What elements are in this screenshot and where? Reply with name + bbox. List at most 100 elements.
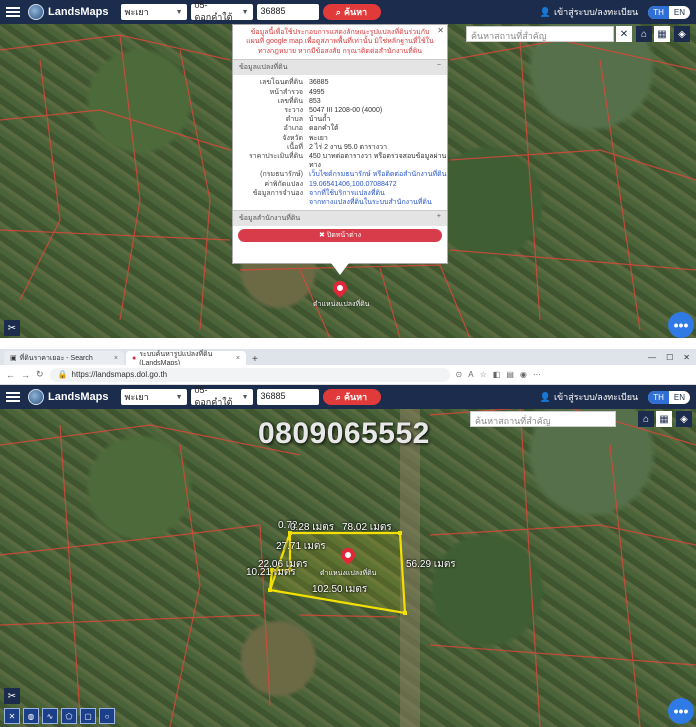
measurement-label: 27.71 เมตร [276, 541, 326, 552]
district-value: 05-ดอกคำใต้ [194, 0, 233, 22]
maximize-icon[interactable]: ☐ [666, 353, 673, 362]
detail-row: หน้าสำรวจ 4995 [233, 88, 447, 97]
province-select[interactable]: พะเยา ▼ [120, 389, 187, 405]
collapse-icon: − [436, 62, 441, 70]
grid-icon[interactable]: ▦ [656, 411, 672, 427]
url-field[interactable]: 🔒 https://landsmaps.dol.go.th [49, 367, 450, 382]
tools-icon[interactable]: ✂ [4, 320, 20, 336]
detail-value[interactable]: 19.06541406,100.07088472 [309, 180, 447, 189]
login-link[interactable]: 👤 เข้าสู่ระบบ/ลงทะเบียน [540, 390, 638, 404]
minimize-icon[interactable]: — [648, 353, 656, 362]
collections-icon[interactable]: ▤ [506, 370, 514, 379]
browser-tab-landsmaps[interactable]: ● ระบบค้นหารูปแปลงที่ดิน (LandsMaps) × [126, 351, 246, 367]
tab-icon: ▣ [10, 355, 17, 362]
detail-key [233, 198, 309, 207]
clear-icon[interactable]: ✕ [616, 26, 632, 42]
more-icon[interactable]: ⋯ [533, 370, 541, 379]
chevron-down-icon: ▼ [175, 393, 183, 401]
translate-icon[interactable]: A [468, 370, 473, 379]
more-options-button[interactable]: ••• [668, 698, 694, 724]
detail-row: เนื้อที่ 2 ไร่ 2 งาน 95.0 ตารางวา [233, 143, 447, 152]
detail-value[interactable]: เว็บไซต์กรมธนารักษ์ หรือติดต่อสำนักงานที… [309, 170, 447, 179]
home-icon[interactable]: ⌂ [636, 26, 652, 42]
profile-icon[interactable]: ◉ [520, 370, 527, 379]
section-parcel-header[interactable]: ข้อมูลแปลงที่ดิน − [233, 59, 447, 76]
circle-tool-icon[interactable]: ○ [99, 708, 115, 724]
more-options-button[interactable]: ••• [668, 312, 694, 338]
detail-value: 2 ไร่ 2 งาน 95.0 ตารางวา [309, 143, 387, 151]
close-window-button[interactable]: ✖ ปิดหน้าต่าง [238, 229, 442, 243]
window-controls: — ☐ ✕ [648, 353, 696, 362]
search-button-label: ค้นหา [343, 392, 368, 402]
layers-icon[interactable]: ◈ [674, 26, 690, 42]
popup-close-icon[interactable]: ✕ [437, 26, 444, 35]
section-office-header[interactable]: ข้อมูลสำนักงานที่ดิน + [233, 210, 447, 227]
pin-label: ตำแหน่งแปลงที่ดิน [320, 570, 377, 577]
district-value: 05-ดอกคำใต้ [194, 385, 233, 407]
province-value: พะเยา [124, 7, 149, 17]
detail-row: จากทางแปลงที่ดินในระบบสำนักงานที่ดิน [233, 198, 447, 207]
close-window-icon[interactable]: ✕ [683, 353, 690, 362]
detail-row: (กรมธนารักษ์) เว็บไซต์กรมธนารักษ์ หรือติด… [233, 170, 447, 179]
lock-icon: 🔒 [57, 370, 68, 379]
detail-row: ค่าพิกัดแปลง 19.06541406,100.07088472 [233, 180, 447, 189]
search-button[interactable]: ⌕ ค้นหา [322, 4, 381, 20]
home-icon[interactable]: ⌂ [638, 411, 654, 427]
detail-key: (กรมธนารักษ์) [260, 171, 303, 179]
parcel-number-input[interactable]: 36885 [256, 4, 319, 20]
parcel-info-popup: ✕ ข้อมูลนี้เพื่อใช้ประกอบการแสดงลักษณะรู… [232, 24, 448, 264]
district-select[interactable]: 05-ดอกคำใต้ ▼ [190, 0, 253, 22]
detail-row: ระวาง 5047 III 1208-00 (4000) [233, 106, 447, 115]
brand-name: LandsMaps [48, 391, 109, 403]
new-tab-button[interactable]: + [248, 354, 262, 365]
detail-value[interactable]: จากที่ใช้บริการแปลงที่ดิน [309, 189, 447, 198]
measurement-label: 78.02 เมตร [342, 522, 392, 533]
refresh-icon[interactable]: ↻ [36, 369, 44, 380]
lang-th[interactable]: TH [648, 5, 669, 19]
location-icon[interactable]: ⊙ [456, 370, 463, 379]
brand-name: LandsMaps [48, 6, 109, 18]
menu-icon[interactable] [6, 7, 20, 17]
place-search-input[interactable]: ค้นหาสถานที่สำคัญ [470, 411, 616, 427]
menu-icon[interactable] [6, 392, 20, 402]
back-icon[interactable]: ← [6, 370, 15, 380]
place-search-input[interactable]: ค้นหาสถานที่สำคัญ [466, 26, 614, 42]
path-tool-icon[interactable]: ∿ [42, 708, 58, 724]
login-label: เข้าสู่ระบบ/ลงทะเบียน [553, 392, 639, 402]
language-toggle[interactable]: TH EN [648, 5, 690, 19]
rectangle-tool-icon[interactable]: ▢ [80, 708, 96, 724]
detail-row: เลขที่ดิน 853 [233, 97, 447, 106]
search-button[interactable]: ⌕ ค้นหา [322, 389, 381, 405]
login-link[interactable]: 👤 เข้าสู่ระบบ/ลงทะเบียน [540, 5, 638, 19]
measurement-label: 0.28 เมตร [290, 522, 335, 533]
browser-tab-search[interactable]: ▣ ที่ดินราคาเยอะ - Search × [4, 351, 124, 365]
tab-close-icon[interactable]: × [236, 355, 240, 362]
detail-value[interactable]: จากทางแปลงที่ดินในระบบสำนักงานที่ดิน [309, 198, 447, 207]
address-bar: ← → ↻ 🔒 https://landsmaps.dol.go.th ⊙ A ☆… [0, 365, 696, 385]
polygon-tool-icon[interactable]: ⬠ [61, 708, 77, 724]
grid-icon[interactable]: ▦ [654, 26, 670, 42]
layers-icon[interactable]: ◈ [676, 411, 692, 427]
pin-tool-icon[interactable]: ◍ [23, 708, 39, 724]
landsmaps-logo [28, 389, 44, 405]
detail-value: 5047 III 1208-00 (4000) [309, 106, 383, 114]
tab-close-icon[interactable]: × [114, 355, 118, 362]
district-select[interactable]: 05-ดอกคำใต้ ▼ [190, 385, 253, 407]
tools-icon[interactable]: ✂ [4, 688, 20, 704]
measurement-label: 102.50 เมตร [312, 584, 368, 595]
language-toggle[interactable]: TH EN [648, 390, 690, 404]
star-icon[interactable]: ☆ [480, 370, 487, 379]
forward-icon[interactable]: → [21, 370, 30, 380]
extension-icon[interactable]: ◧ [493, 370, 501, 379]
detail-row: อำเภอ ดอกคำใต้ [233, 124, 447, 133]
province-select[interactable]: พะเยา ▼ [120, 4, 187, 20]
parcel-number-input[interactable]: 36885 [256, 389, 319, 405]
measure-line-icon[interactable]: ✕ [4, 708, 20, 724]
parcel-details: เลขโฉนดที่ดิน 36885 หน้าสำรวจ 4995 เลขที่ดิน… [233, 75, 447, 210]
lang-en[interactable]: EN [669, 6, 690, 19]
drawing-toolbar: ✕ ◍ ∿ ⬠ ▢ ○ [4, 708, 115, 724]
measurement-label: 56.29 เมตร [406, 559, 456, 570]
lang-en[interactable]: EN [669, 391, 690, 404]
detail-key: ระวาง [284, 106, 303, 114]
lang-th[interactable]: TH [648, 390, 669, 404]
